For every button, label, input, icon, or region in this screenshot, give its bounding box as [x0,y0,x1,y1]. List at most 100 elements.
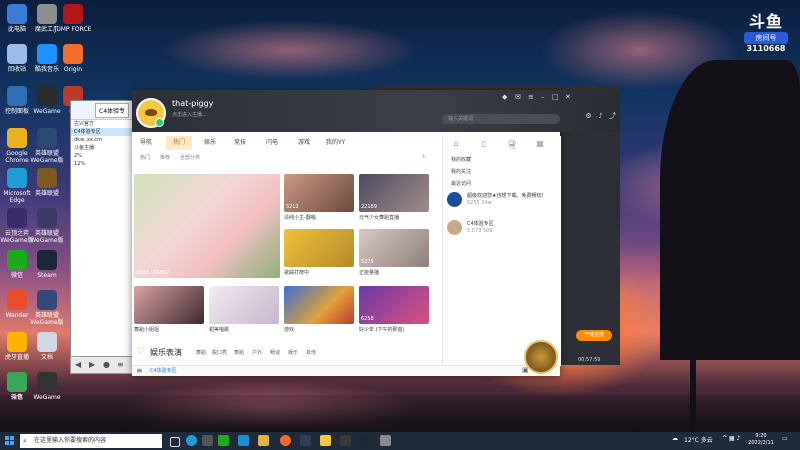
subnav-item[interactable]: 全部分类 [180,154,200,161]
desktop-icon[interactable]: Origin [53,44,93,73]
yy-taskbar-icon[interactable] [320,435,331,446]
left-window-row[interactable]: 古兴官方 [71,120,133,128]
skin-icon[interactable]: ◆ [502,93,507,101]
maximize-icon[interactable]: □ [552,93,559,101]
task-view-icon[interactable] [170,437,180,447]
desktop-icon[interactable]: 英雄联盟 [27,168,67,197]
subnav-item[interactable]: 热门 [140,154,150,161]
tray-icons[interactable]: ^ ▦ ♪ [722,435,740,442]
section-tag[interactable]: 畅谈 [270,349,280,356]
origin-taskbar-icon[interactable] [280,435,291,446]
stream-thumb[interactable]: 5212 [284,174,354,212]
app2-taskbar-icon[interactable] [340,435,351,446]
app3-taskbar-icon[interactable] [380,435,391,446]
store-icon[interactable] [202,435,213,446]
windows-start-icon[interactable] [5,436,15,446]
nav-item[interactable]: 娱乐 [204,136,216,150]
search-input[interactable]: 输入关键词 [442,114,560,124]
stream-caption: 正能量播 [359,270,380,276]
stream-thumb[interactable]: 5275 [359,229,429,267]
share-icon[interactable]: ⤴ [608,112,617,121]
weather-text[interactable]: 12°C 多云 [684,435,713,444]
section-tag[interactable]: 脱口秀 [212,349,227,356]
section-tag[interactable]: 舞蹈 [196,349,206,356]
left-app-window: 古兴官方 C4体验专区 dkw..xx.cm 斗鱼主播 2% 12% [70,100,134,360]
desktop-icon[interactable]: Steam [27,250,67,279]
desktop-icon[interactable]: 文档 [27,332,67,361]
section-tag[interactable]: 户外 [252,349,262,356]
stream-thumb[interactable]: 22189 [359,174,429,212]
user-name[interactable]: that-piggy [172,99,213,108]
volume-icon[interactable]: ◀ [75,360,81,369]
nav-item[interactable]: 竞技 [234,136,246,150]
desktop-icon[interactable]: 微信 [0,372,37,401]
phone-icon[interactable]: ▯ [479,139,489,149]
section-tag[interactable]: 娱乐 [288,349,298,356]
home-icon[interactable]: ⌂ [451,139,461,149]
stream-thumb[interactable] [209,286,279,324]
list-icon[interactable]: ≡ [117,360,124,369]
desktop-icon-label: 英雄联盟 WeGame版 [30,150,64,164]
footer-channel[interactable]: C4体验专区 [150,367,177,374]
mic-icon[interactable]: ● [103,360,110,369]
weather-icon[interactable]: ☁ [672,435,678,442]
wechat-taskbar-icon[interactable] [218,435,229,446]
nav-item[interactable]: 我的YY [326,136,345,150]
app-taskbar-icon[interactable] [300,435,311,446]
edge-icon[interactable] [186,435,197,446]
desktop-icon[interactable]: JUMP FORCE [53,4,93,33]
close-icon[interactable]: ✕ [565,93,571,101]
desktop-icon[interactable]: 英雄联盟 WeGame版 [27,290,67,326]
featured-stream[interactable]: 2003 · 45987 [134,174,280,278]
kugou-icon[interactable] [238,435,249,446]
section-title[interactable]: 娱乐表演 [150,347,182,358]
floating-avatar[interactable] [524,340,558,374]
section-tag[interactable]: 其他 [306,349,316,356]
minimize-icon[interactable]: – [541,93,545,101]
message-icon[interactable]: ✉ [515,93,521,101]
section-tag[interactable]: 舞蹈 [234,349,244,356]
live-button[interactable]: 开播直播 [576,330,612,341]
stream-caption: 歌曲打榜中 [284,270,310,276]
nav-item[interactable]: 闪电 [266,136,278,150]
taskbar-search[interactable]: ⌕ 在这里输入你要搜索的内容 [20,434,162,448]
stream-thumb[interactable]: 6258 [359,286,429,324]
desktop-icon[interactable]: 英雄联盟 WeGame版 [27,128,67,164]
nav-item[interactable]: 游戏 [298,136,310,150]
recent-visits-link[interactable]: 最近访问 [451,180,471,187]
play-icon[interactable]: ▶ [89,360,95,369]
refresh-icon[interactable]: ↻ [422,154,426,160]
c4-tab[interactable]: C4体验专 [95,103,130,118]
nav-item[interactable]: 导航 [140,136,152,150]
desktop-icon[interactable]: 英雄联盟 WeGame版 [27,208,67,244]
stream-thumb[interactable] [284,286,354,324]
desktop-icon-label: Origin [63,66,83,73]
steam-taskbar-icon[interactable] [360,435,371,446]
stream-thumb[interactable] [134,286,204,324]
subnav-item[interactable]: 推荐 [160,154,170,161]
stream-thumb[interactable] [284,229,354,267]
wechat-icon [7,250,27,270]
left-window-row[interactable]: C4体验专区 [71,128,133,136]
wechat2-icon [7,372,27,392]
my-favorites-link[interactable]: 我的收藏 [451,156,471,163]
nav-item-hot[interactable]: 热门 [166,136,192,150]
notification-icon[interactable]: ▭ [782,435,788,442]
clock[interactable]: 9:20 2022/2/11 [748,433,774,447]
my-follows-link[interactable]: 我的关注 [451,168,471,175]
left-window-row[interactable]: 2% [71,152,133,160]
recent-title: C4体验专区 [467,221,494,227]
app-topbar: that-piggy 点击进入主播... ◆ ✉ ≡ – □ ✕ 输入关键词 ⚙… [132,90,620,132]
settings-icon[interactable]: ⚙ [584,112,593,121]
left-window-row[interactable]: 斗鱼主播 [71,144,133,152]
menu-icon[interactable]: ≡ [528,93,534,101]
bell-icon[interactable]: ♪ [596,112,605,121]
left-window-row[interactable]: 12% [71,160,133,168]
recent-item[interactable]: 超级欢迎您★也想下载。免费畅玩! 5255.59w [447,192,557,210]
recent-item[interactable]: C4体验专区 5.073 109 [447,220,557,238]
left-window-row[interactable]: dkw..xx.cm [71,136,133,144]
menu-icon[interactable]: ≡ [136,366,143,375]
grid-icon[interactable]: ▦ [535,139,545,149]
folder-icon[interactable] [258,435,269,446]
viewer-count: 5212 [286,204,299,210]
